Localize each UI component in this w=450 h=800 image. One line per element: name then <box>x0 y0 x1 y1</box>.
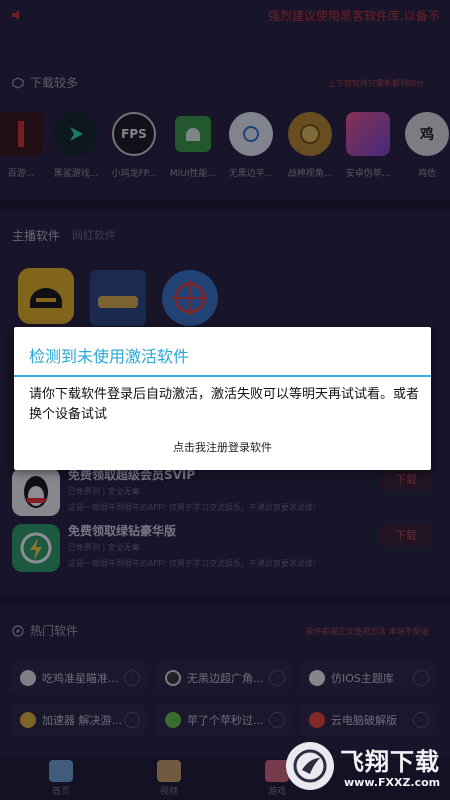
register-login-button[interactable]: 点击我注册登录软件 <box>14 439 431 455</box>
app-screen: 强烈建议使用黑客软件库,以备不 下载较多 上下双软件只需新都列印分 百游... … <box>0 0 450 800</box>
watermark-logo-icon <box>286 742 334 790</box>
dialog-title-divider <box>14 375 431 377</box>
activation-dialog: 检测到未使用激活软件 请你下载软件登录后自动激活，激活失败可以等明天再试试看。或… <box>14 327 431 470</box>
site-watermark: 飞翔下载 www.FXXZ.com <box>284 740 442 796</box>
watermark-title: 飞翔下载 <box>340 748 440 776</box>
dialog-title: 检测到未使用激活软件 <box>29 347 190 366</box>
watermark-url: www.FXXZ.com <box>344 776 441 789</box>
dialog-message: 请你下载软件登录后自动激活，激活失败可以等明天再试试看。或者换个设备试试 <box>29 387 420 422</box>
